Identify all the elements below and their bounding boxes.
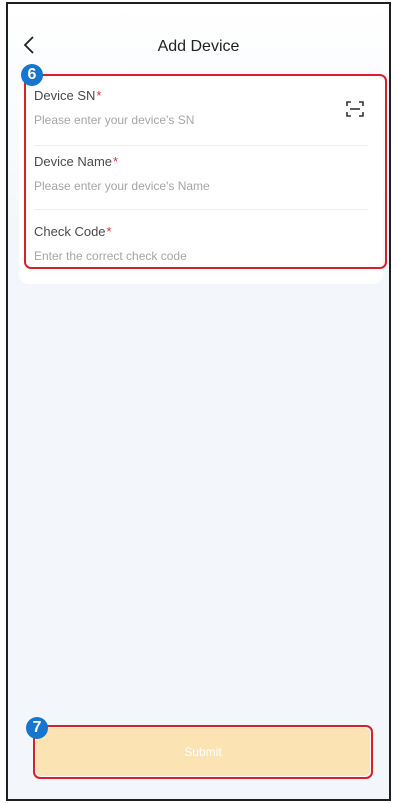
form-highlight-box bbox=[24, 74, 387, 269]
submit-annotation-badge: 7 bbox=[26, 717, 48, 739]
header-bar: Add Device bbox=[6, 30, 391, 66]
page-title: Add Device bbox=[157, 38, 240, 55]
form-annotation-badge: 6 bbox=[21, 64, 43, 86]
submit-button[interactable]: Submit bbox=[36, 728, 370, 776]
